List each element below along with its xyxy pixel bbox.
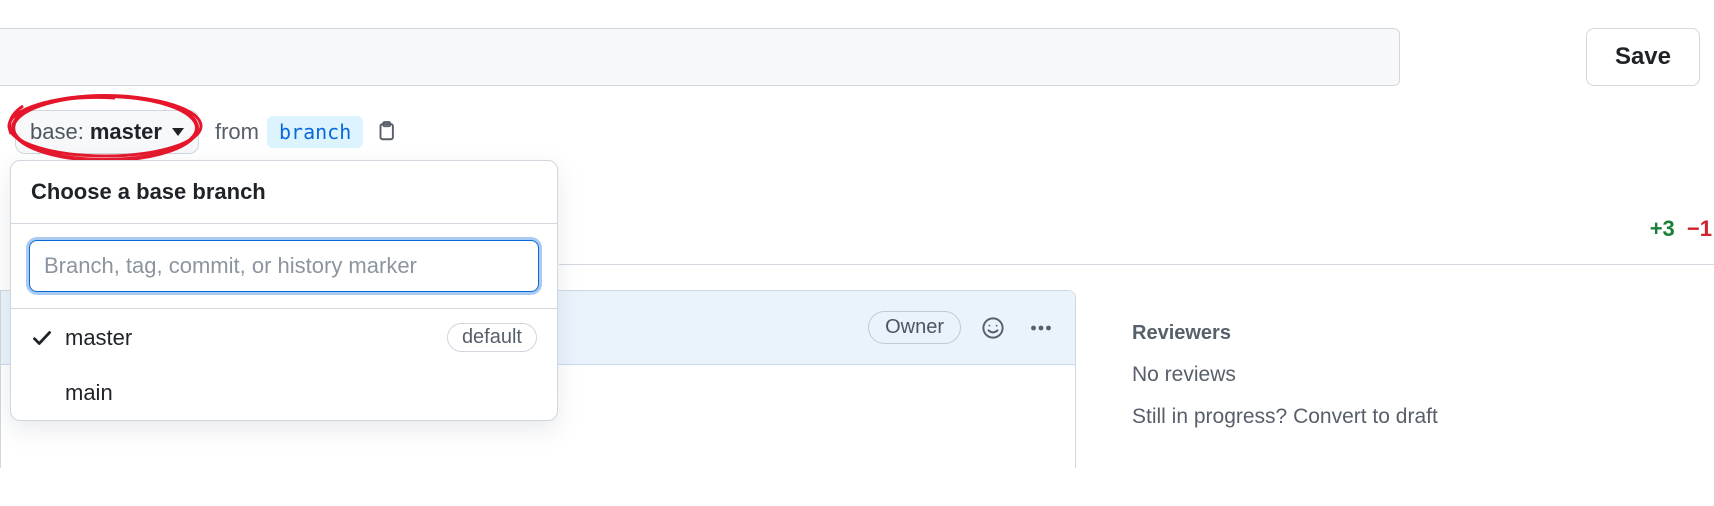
diff-stat: +3 −1 (1650, 216, 1712, 242)
save-button[interactable]: Save (1586, 28, 1700, 86)
branch-row: base: master from branch (15, 110, 401, 154)
no-reviews-text: No reviews (1132, 363, 1552, 387)
branch-search-input[interactable] (29, 240, 539, 292)
branch-name: main (65, 380, 113, 406)
chevron-down-icon (172, 128, 184, 136)
comment-menu-button[interactable] (1025, 312, 1057, 344)
branch-item-master[interactable]: master default (11, 309, 557, 366)
branch-item-main[interactable]: main (11, 366, 557, 420)
add-reaction-button[interactable] (977, 312, 1009, 344)
default-badge: default (447, 323, 537, 352)
copy-branch-button[interactable] (371, 116, 401, 149)
additions-count: +3 (1650, 216, 1675, 241)
convert-to-draft-link[interactable]: Still in progress? Convert to draft (1132, 405, 1552, 429)
owner-badge: Owner (868, 311, 961, 344)
title-input-area[interactable] (0, 28, 1400, 86)
base-branch-selector[interactable]: base: master (15, 110, 199, 154)
reviewers-heading: Reviewers (1132, 322, 1552, 345)
divider (559, 264, 1714, 265)
base-prefix: base: (30, 119, 84, 145)
check-icon (31, 327, 53, 349)
kebab-icon (1029, 316, 1053, 340)
base-branch-popover: Choose a base branch master default main (10, 160, 558, 421)
branch-name: master (65, 325, 132, 351)
compare-branch-label[interactable]: branch (267, 116, 363, 148)
popover-title: Choose a base branch (11, 161, 557, 224)
from-text: from (215, 119, 259, 145)
base-branch-value: master (90, 119, 162, 145)
clipboard-icon (375, 120, 397, 142)
smiley-icon (981, 316, 1005, 340)
sidebar: Reviewers No reviews Still in progress? … (1132, 322, 1552, 447)
deletions-count: −1 (1687, 216, 1712, 241)
